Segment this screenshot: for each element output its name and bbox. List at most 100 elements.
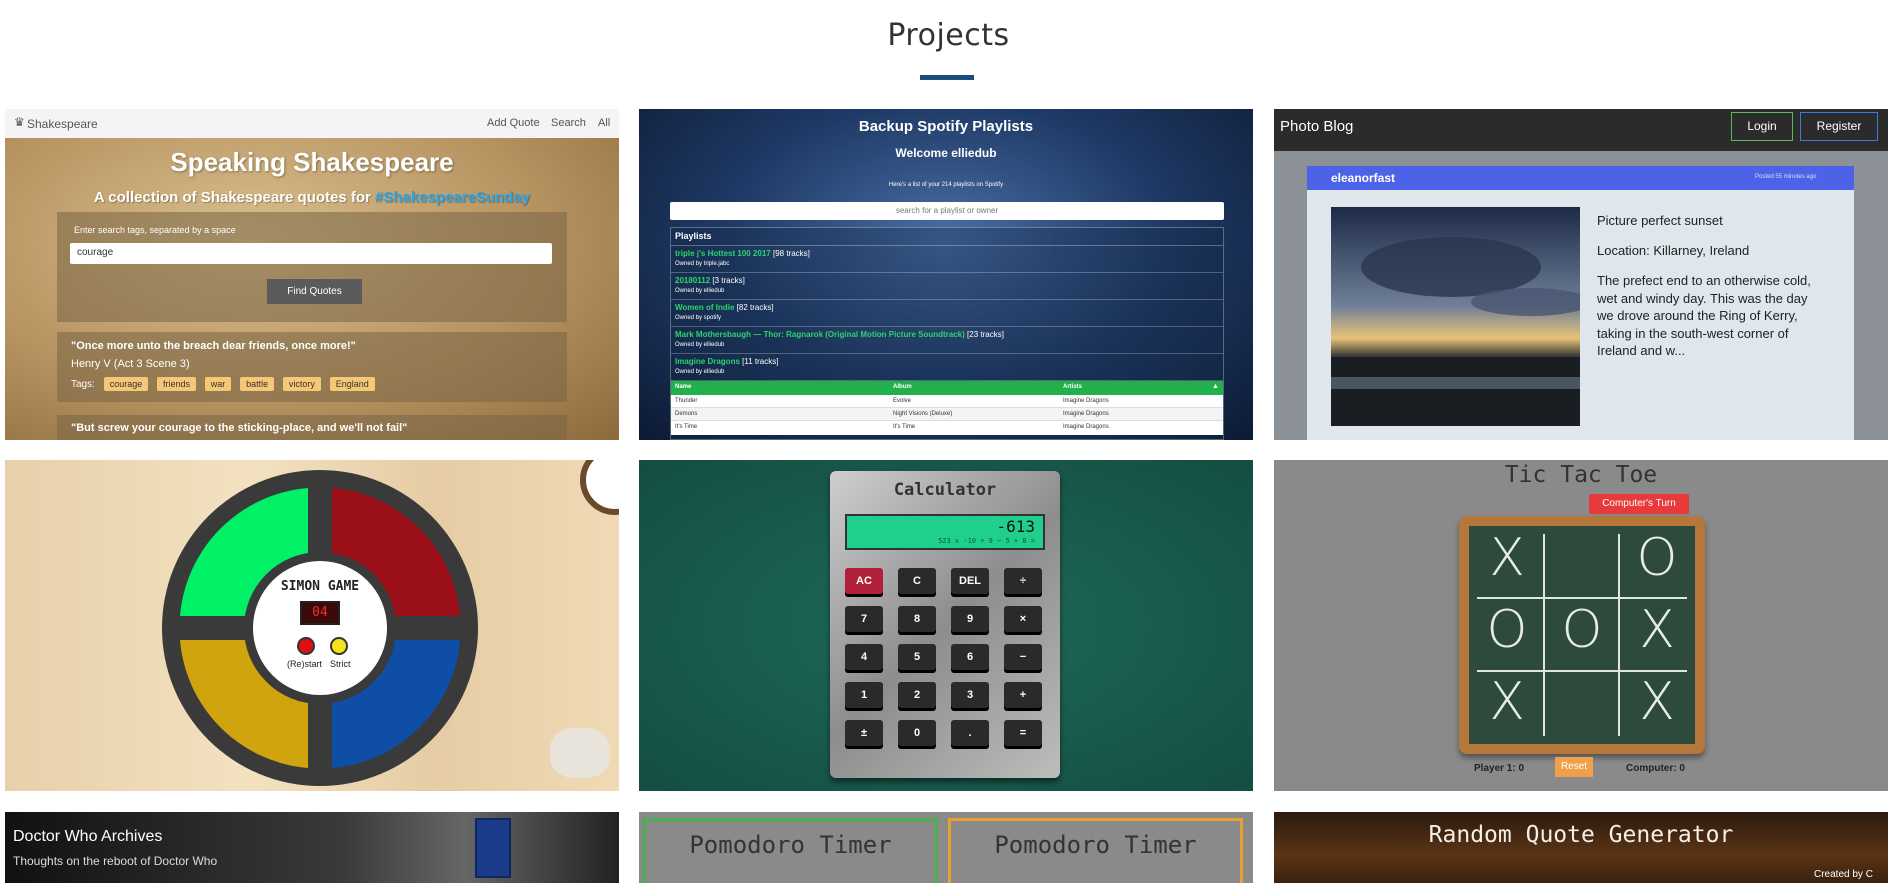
- sunset-photo[interactable]: [1331, 207, 1580, 426]
- reset-button[interactable]: Reset: [1555, 757, 1593, 777]
- player-score: Player 1: 0: [1474, 763, 1525, 774]
- table-row[interactable]: Thunder Evolve Imagine Dragons: [671, 395, 1223, 408]
- ttt-cell[interactable]: X: [1622, 600, 1692, 660]
- project-card-pomodoro[interactable]: Pomodoro Timer Pomodoro Timer: [639, 812, 1253, 883]
- calc-key[interactable]: 6: [951, 644, 989, 670]
- hashtag-link[interactable]: #ShakespeareSunday: [375, 189, 530, 206]
- nav-all[interactable]: All: [598, 117, 610, 129]
- page-title: Projects: [887, 18, 1010, 53]
- ttt-cell[interactable]: X: [1472, 672, 1542, 732]
- tags-label: Tags:: [71, 379, 95, 390]
- ttt-cell[interactable]: O: [1472, 600, 1542, 660]
- project-card-doctorwho[interactable]: Doctor Who Archives Thoughts on the rebo…: [5, 812, 619, 883]
- login-button[interactable]: Login: [1731, 112, 1793, 141]
- quote-card: "Once more unto the breach dear friends,…: [57, 332, 567, 402]
- playlist-item[interactable]: 20180112 [3 tracks] Owned by elliedub: [671, 273, 1223, 300]
- calc-key[interactable]: =: [1004, 720, 1042, 746]
- photoblog-navbar: Photo Blog Login Register: [1274, 109, 1888, 151]
- calc-key[interactable]: 4: [845, 644, 883, 670]
- quote-source: Henry V (Act 3 Scene 3): [71, 358, 190, 370]
- calc-key[interactable]: DEL: [951, 568, 989, 594]
- project-card-spotify[interactable]: Backup Spotify Playlists Welcome elliedu…: [639, 109, 1253, 440]
- search-input[interactable]: courage: [70, 243, 552, 264]
- tag-chip[interactable]: war: [204, 377, 232, 391]
- calc-key[interactable]: 8: [898, 606, 936, 632]
- display-value: -613: [996, 517, 1035, 536]
- project-card-calculator[interactable]: Calculator -613 523 x -10 ÷ 9 − 5 ÷ 8 = …: [639, 460, 1253, 791]
- playlist-item[interactable]: Imagine Dragons [11 tracks] Owned by elli…: [671, 354, 1223, 381]
- shakespeare-heading: Speaking Shakespeare: [170, 147, 454, 177]
- playlist-item[interactable]: Mark Mothersbaugh — Thor: Ragnarok (Orig…: [671, 327, 1223, 354]
- project-card-simon[interactable]: SIMON GAME 04 (Re)start Strict: [5, 460, 619, 791]
- calc-key[interactable]: ÷: [1004, 568, 1042, 594]
- project-card-shakespeare[interactable]: ♛ Shakespeare Add Quote Search All Speak…: [5, 109, 619, 440]
- calc-key[interactable]: ±: [845, 720, 883, 746]
- post-location: Location: Killarney, Ireland: [1597, 243, 1750, 258]
- ttt-cell[interactable]: X: [1472, 528, 1542, 588]
- project-card-tictactoe[interactable]: Tic Tac Toe Computer's Turn XOOOXXX Play…: [1274, 460, 1888, 791]
- doctorwho-subtitle: Thoughts on the reboot of Doctor Who: [13, 854, 218, 868]
- calc-key[interactable]: −: [1004, 644, 1042, 670]
- tag-chip[interactable]: friends: [157, 377, 197, 391]
- calc-key[interactable]: C: [898, 568, 936, 594]
- table-row[interactable]: Demons Night Visions (Deluxe) Imagine Dr…: [671, 408, 1223, 421]
- col-name[interactable]: Name: [675, 384, 691, 390]
- table-cell: Demons: [675, 411, 698, 417]
- photoblog-brand[interactable]: Photo Blog: [1280, 118, 1353, 135]
- tag-chip[interactable]: victory: [282, 377, 321, 391]
- doctorwho-title: Doctor Who Archives: [13, 828, 163, 845]
- quote-text: "Once more unto the breach dear friends,…: [71, 340, 356, 352]
- playlist-name[interactable]: Mark Mothersbaugh — Thor: Ragnarok (Orig…: [675, 330, 965, 339]
- calc-key[interactable]: +: [1004, 682, 1042, 708]
- calc-key[interactable]: 9: [951, 606, 989, 632]
- register-button[interactable]: Register: [1800, 112, 1878, 141]
- playlists-panel: Playlists triple j's Hottest 100 2017 [9…: [670, 227, 1224, 440]
- col-album[interactable]: Album: [893, 384, 912, 390]
- crown-icon: ♛: [14, 115, 25, 129]
- calc-key[interactable]: ×: [1004, 606, 1042, 632]
- playlist-item[interactable]: Women of Indie [82 tracks] Owned by spoti…: [671, 300, 1223, 327]
- post-author[interactable]: eleanorfast: [1331, 171, 1395, 185]
- project-card-photoblog[interactable]: Photo Blog Login Register eleanorfast Po…: [1274, 109, 1888, 440]
- spotify-welcome: Welcome elliedub: [895, 146, 997, 160]
- calc-key[interactable]: .: [951, 720, 989, 746]
- playlist-name[interactable]: Imagine Dragons: [675, 357, 740, 366]
- calc-key[interactable]: 7: [845, 606, 883, 632]
- ttt-cell[interactable]: O: [1547, 600, 1617, 660]
- calc-key[interactable]: 1: [845, 682, 883, 708]
- simon-count-display: 04: [300, 601, 340, 625]
- playlist-owner: Owned by triple.jabc: [675, 261, 730, 267]
- playlist-item[interactable]: triple j's Hottest 100 2017 [98 tracks] O…: [671, 246, 1223, 273]
- playlist-name[interactable]: triple j's Hottest 100 2017: [675, 249, 771, 258]
- col-artists[interactable]: Artists: [1063, 384, 1082, 390]
- simon-board: [162, 470, 478, 786]
- playlists-header: Playlists: [671, 228, 1223, 246]
- playlist-count: [82 tracks]: [736, 303, 774, 312]
- ttt-cell[interactable]: O: [1622, 528, 1692, 588]
- restart-button[interactable]: [297, 637, 315, 655]
- calc-key[interactable]: 0: [898, 720, 936, 746]
- table-row[interactable]: It's Time It's Time Imagine Dragons: [671, 421, 1223, 434]
- find-quotes-button[interactable]: Find Quotes: [267, 279, 362, 304]
- calc-key[interactable]: 3: [951, 682, 989, 708]
- calc-key[interactable]: 2: [898, 682, 936, 708]
- nav-add-quote[interactable]: Add Quote: [487, 117, 540, 129]
- playlist-name[interactable]: 20180112: [675, 276, 710, 285]
- shakespeare-subheading: A collection of Shakespeare quotes for #…: [5, 189, 619, 206]
- shakespeare-brand[interactable]: Shakespeare: [27, 117, 98, 131]
- strict-button[interactable]: [330, 637, 348, 655]
- spotify-subtext: Here's a list of your 214 playlists on S…: [888, 182, 1004, 188]
- nav-search[interactable]: Search: [551, 117, 586, 129]
- project-card-randomquote[interactable]: Random Quote Generator Created by C: [1274, 812, 1888, 883]
- tag-chip[interactable]: England: [329, 377, 375, 391]
- playlist-search-input[interactable]: search for a playlist or owner: [670, 202, 1224, 220]
- sort-icon[interactable]: ▲: [1212, 383, 1219, 390]
- shakespeare-navbar: ♛ Shakespeare Add Quote Search All: [5, 109, 619, 138]
- playlist-name[interactable]: Women of Indie: [675, 303, 734, 312]
- tag-chip[interactable]: battle: [240, 377, 275, 391]
- ttt-cell[interactable]: X: [1622, 672, 1692, 732]
- tag-chip[interactable]: courage: [103, 377, 149, 391]
- calc-key[interactable]: 5: [898, 644, 936, 670]
- quote-text-2: "But screw your courage to the sticking-…: [71, 422, 408, 434]
- calc-key[interactable]: AC: [845, 568, 883, 594]
